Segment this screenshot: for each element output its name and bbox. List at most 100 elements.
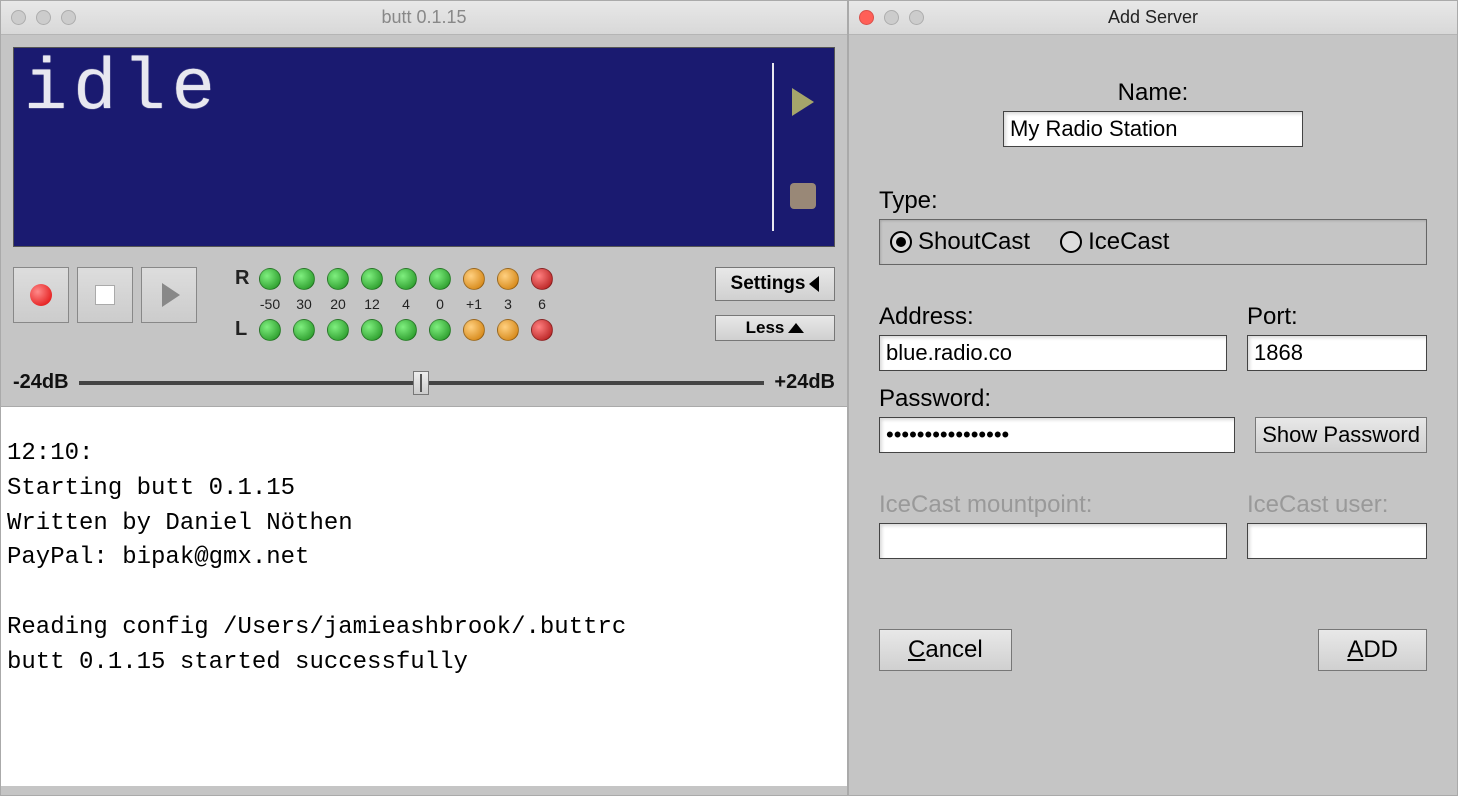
vu-led [361,268,383,290]
main-titlebar: butt 0.1.15 [1,1,847,35]
chevron-up-icon [788,323,804,333]
vu-leds-r [259,268,553,290]
vu-led [395,268,417,290]
vu-tick: 20 [327,296,349,312]
address-label: Address: [879,303,1227,331]
vu-tick: +1 [463,296,485,312]
record-indicator-icon [790,183,816,209]
zoom-icon[interactable] [61,10,76,25]
accel: A [1347,636,1363,663]
cancel-rest: ancel [925,636,982,663]
play-icon [162,283,180,307]
stop-button[interactable] [77,267,133,323]
lcd-status-text: idle [24,48,221,130]
cancel-button[interactable]: Cancel [879,629,1012,671]
port-input[interactable] [1247,335,1427,371]
name-input[interactable] [1003,111,1303,147]
vu-tick: 4 [395,296,417,312]
vu-tick: 3 [497,296,519,312]
radio-label: IceCast [1088,228,1169,256]
vu-led [395,319,417,341]
vu-led [429,268,451,290]
vu-tick: 6 [531,296,553,312]
add-button[interactable]: ADD [1318,629,1427,671]
gain-slider[interactable] [79,381,765,385]
vu-led [293,319,315,341]
play-indicator-icon [792,88,814,116]
dialog-titlebar: Add Server [849,1,1457,35]
radio-icon [1060,231,1082,253]
vu-leds-l [259,319,553,341]
add-server-dialog: Add Server Name: Type: ShoutCast IceCast [848,0,1458,796]
minimize-icon[interactable] [36,10,51,25]
vu-scale: -50 30 20 12 4 0 +1 3 6 [259,296,697,312]
vu-led [463,268,485,290]
slider-thumb-icon[interactable] [413,371,429,395]
less-label: Less [746,318,785,338]
type-label: Type: [879,187,1427,215]
mountpoint-label: IceCast mountpoint: [879,491,1227,519]
vu-led [259,319,281,341]
vu-led [259,268,281,290]
lcd-divider [772,63,774,231]
vu-tick: 0 [429,296,451,312]
vu-led [327,319,349,341]
stop-icon [95,285,115,305]
address-input[interactable] [879,335,1227,371]
vu-led [327,268,349,290]
minimize-icon[interactable] [884,10,899,25]
show-password-button[interactable]: Show Password [1255,417,1427,453]
dialog-title: Add Server [1108,7,1198,28]
name-label: Name: [879,79,1427,107]
main-body: idle R [1,35,847,406]
vu-led [293,268,315,290]
slider-min-label: -24dB [13,371,69,394]
record-button[interactable] [13,267,69,323]
zoom-icon[interactable] [909,10,924,25]
vu-led [463,319,485,341]
vu-tick: -50 [259,296,281,312]
vu-channel-r: R [235,267,259,290]
lcd-display: idle [13,47,835,247]
log-output: 12:10: Starting butt 0.1.15 Written by D… [1,406,847,786]
less-button[interactable]: Less [715,315,835,341]
accel: C [908,636,925,663]
traffic-lights [11,10,76,25]
vu-led [497,268,519,290]
side-buttons: Settings Less [715,267,835,341]
play-button[interactable] [141,267,197,323]
vu-channel-l: L [235,318,259,341]
vu-led [429,319,451,341]
port-label: Port: [1247,303,1427,331]
dialog-body: Name: Type: ShoutCast IceCast Address: [849,35,1457,691]
traffic-lights [859,10,924,25]
main-window: butt 0.1.15 idle R [0,0,848,796]
settings-button[interactable]: Settings [715,267,835,301]
icecast-user-label: IceCast user: [1247,491,1427,519]
dialog-footer: Cancel ADD [879,629,1427,671]
vu-tick: 30 [293,296,315,312]
password-label: Password: [879,385,1235,413]
add-rest: DD [1363,636,1398,663]
vu-led [531,319,553,341]
chevron-left-icon [809,276,819,292]
type-group: ShoutCast IceCast [879,219,1427,265]
record-icon [30,284,52,306]
vu-tick: 12 [361,296,383,312]
icecast-user-input[interactable] [1247,523,1427,559]
close-icon[interactable] [859,10,874,25]
vu-led [361,319,383,341]
radio-label: ShoutCast [918,228,1030,256]
radio-icon [890,231,912,253]
mountpoint-input[interactable] [879,523,1227,559]
gain-slider-row: -24dB +24dB [13,371,835,394]
radio-shoutcast[interactable]: ShoutCast [890,228,1030,256]
vu-led [531,268,553,290]
close-icon[interactable] [11,10,26,25]
slider-max-label: +24dB [774,371,835,394]
controls-row: R -50 30 20 [13,267,835,341]
radio-icecast[interactable]: IceCast [1060,228,1169,256]
password-input[interactable] [879,417,1235,453]
window-title: butt 0.1.15 [381,7,466,28]
settings-label: Settings [731,273,806,295]
